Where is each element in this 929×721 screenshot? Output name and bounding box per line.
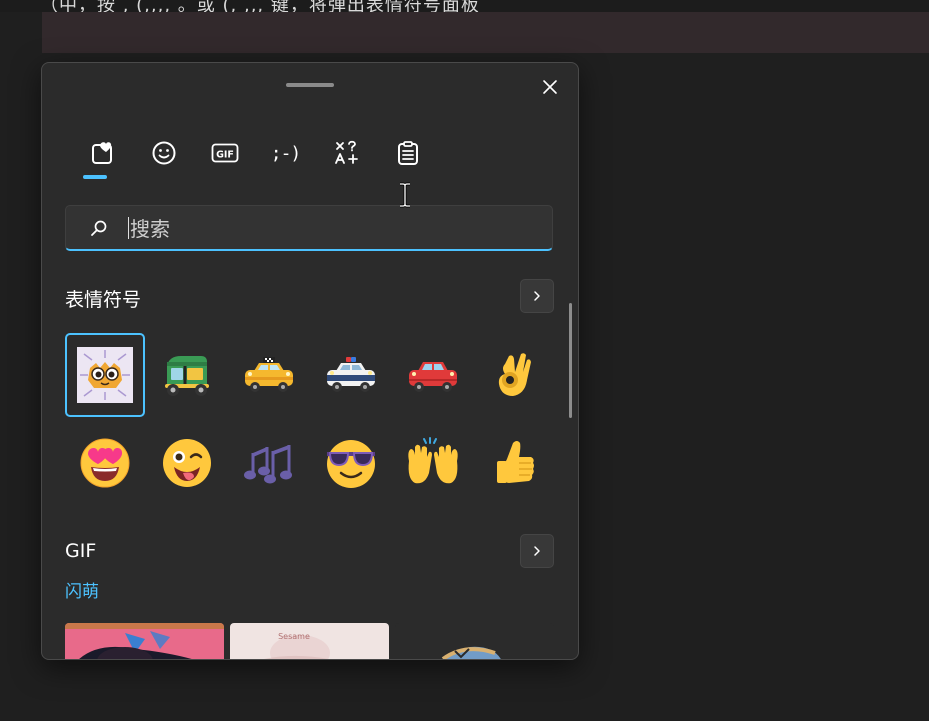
car-icon <box>409 362 457 392</box>
emoji-item-heart-eyes[interactable] <box>65 421 145 505</box>
emoji-item-winking-tongue[interactable] <box>147 421 227 505</box>
emoji-item-police-car[interactable] <box>311 333 391 417</box>
scrollbar-thumb[interactable] <box>569 303 572 418</box>
sticker-icon <box>77 347 133 403</box>
emoji-panel: GIF ;-) 搜索 表情符号 GIF 闪萌 Sesame <box>41 62 579 660</box>
tab-gif[interactable]: GIF <box>194 129 255 177</box>
emoji-item-raising-hands[interactable] <box>393 421 473 505</box>
category-tabs: GIF ;-) <box>72 129 438 181</box>
svg-text:GIF: GIF <box>216 150 234 161</box>
gif-preview-image: Sesame <box>230 623 389 659</box>
clipboard-icon <box>397 141 418 165</box>
gif-watermark-text: Sesame <box>278 632 310 641</box>
tab-symbols[interactable] <box>316 129 377 177</box>
emoji-item-auto-rickshaw[interactable] <box>147 333 227 417</box>
smiley-icon <box>152 141 175 165</box>
emoji-item-thumbs-up[interactable] <box>475 421 555 505</box>
heart-clipboard-icon <box>91 142 112 164</box>
tab-emoji[interactable] <box>133 129 194 177</box>
emoji-item-sticker[interactable] <box>65 333 145 417</box>
search-box[interactable] <box>65 205 553 252</box>
chevron-right-icon <box>534 546 540 556</box>
drag-handle[interactable] <box>286 83 334 87</box>
gif-icon: GIF <box>211 143 238 163</box>
text-cursor-icon <box>400 182 410 208</box>
emoji-item-taxi[interactable] <box>229 333 309 417</box>
raising-hands-icon <box>408 437 458 484</box>
winking-tongue-face-icon <box>163 439 211 487</box>
gif-section-title: GIF <box>65 540 97 562</box>
active-tab-indicator <box>83 175 107 179</box>
sunglasses-face-icon <box>327 440 375 488</box>
background-highlighted-line <box>42 12 929 53</box>
auto-rickshaw-icon <box>165 356 209 396</box>
kaomoji-icon: ;-) <box>270 142 301 164</box>
gif-thumbnail-1[interactable] <box>65 623 224 659</box>
search-input[interactable] <box>128 206 532 252</box>
close-button[interactable] <box>534 71 566 103</box>
gif-preview-image <box>395 623 554 659</box>
text-caret <box>128 217 129 239</box>
police-car-icon <box>327 357 375 392</box>
emoji-see-more-button[interactable] <box>520 279 554 313</box>
tab-favorites[interactable] <box>72 129 133 179</box>
gif-see-more-button[interactable] <box>520 534 554 568</box>
musical-notes-icon <box>244 445 292 484</box>
ok-hand-icon <box>498 353 531 396</box>
gif-provider-link[interactable]: 闪萌 <box>65 577 99 602</box>
emoji-section-title: 表情符号 <box>65 289 142 311</box>
close-icon <box>543 80 557 94</box>
emoji-item-car[interactable] <box>393 333 473 417</box>
gif-thumbnail-2[interactable]: Sesame <box>230 623 389 659</box>
gif-preview-image <box>65 623 224 659</box>
heart-eyes-face-icon <box>80 438 130 488</box>
search-icon <box>91 220 107 236</box>
emoji-item-ok-hand[interactable] <box>475 333 555 417</box>
emoji-item-musical-notes[interactable] <box>229 421 309 505</box>
symbols-icon <box>334 140 358 164</box>
taxi-icon <box>245 357 293 392</box>
tab-clipboard[interactable] <box>377 129 438 177</box>
chevron-right-icon <box>534 291 540 301</box>
thumbs-up-icon <box>497 441 534 483</box>
background-document-line: （中，按 , (,,,, 。或 (, ,,, 键，将弹出表情符号面板 <box>0 0 929 12</box>
gif-thumbnail-3[interactable] <box>395 623 554 659</box>
background-partial-text: （中，按 , (,,,, 。或 (, ,,, 键，将弹出表情符号面板 <box>40 0 480 12</box>
tab-kaomoji[interactable]: ;-) <box>255 129 316 177</box>
emoji-item-sunglasses-face[interactable] <box>311 421 391 505</box>
